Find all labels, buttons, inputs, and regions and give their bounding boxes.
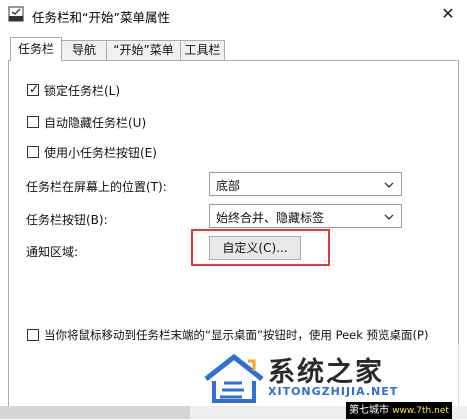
tab-taskbar[interactable]: 任务栏	[10, 37, 62, 61]
taskbar-settings-icon	[8, 6, 24, 22]
peek-label: 当你将鼠标移动到任务栏末端的“显示桌面”按钮时，使用 Peek 预览桌面(P)	[44, 328, 429, 342]
taskbar-buttons-label: 任务栏按钮(B):	[26, 213, 108, 227]
auto-hide-label: 自动隐藏任务栏(U)	[44, 116, 147, 130]
corner-watermark: 第七城市 www.7th.net	[346, 402, 452, 419]
corner-watermark-url: www.7th.net	[392, 406, 449, 416]
checkmark-icon: ✓	[29, 82, 40, 96]
peek-checkbox[interactable]	[27, 329, 39, 341]
house-logo-icon	[204, 354, 264, 403]
tab-navigation[interactable]: 导航	[61, 40, 107, 60]
small-buttons-label: 使用小任务栏按钮(E)	[44, 146, 157, 160]
close-button[interactable]: ✕	[432, 2, 464, 26]
watermark-title: 系统之家	[268, 357, 384, 388]
customize-button[interactable]: 自定义(C)...	[209, 236, 301, 260]
lock-taskbar-label: 锁定任务栏(L)	[44, 84, 121, 98]
window-title: 任务栏和“开始”菜单属性	[32, 10, 170, 25]
position-value: 底部	[216, 179, 241, 193]
corner-watermark-label: 第七城市	[349, 405, 389, 416]
tab-start-menu[interactable]: “开始”菜单	[106, 40, 181, 60]
watermark-url: XITONGZHIJIA.NET	[268, 385, 399, 398]
title-bar: 任务栏和“开始”菜单属性 ✕	[0, 0, 467, 30]
chevron-down-icon	[384, 214, 394, 220]
tab-toolbars[interactable]: 工具栏	[180, 40, 225, 60]
taskbar-buttons-select[interactable]: 始终合并、隐藏标签	[209, 204, 402, 228]
close-icon: ✕	[441, 4, 455, 23]
position-label: 任务栏在屏幕上的位置(T):	[26, 180, 167, 194]
lock-taskbar-checkbox[interactable]: ✓	[27, 82, 40, 96]
position-select[interactable]: 底部	[209, 172, 402, 196]
chevron-down-icon	[384, 182, 394, 188]
taskbar-buttons-value: 始终合并、隐藏标签	[216, 211, 325, 225]
auto-hide-checkbox[interactable]	[27, 116, 39, 128]
small-buttons-checkbox[interactable]	[27, 146, 39, 158]
notification-area-label: 通知区域:	[26, 245, 79, 259]
